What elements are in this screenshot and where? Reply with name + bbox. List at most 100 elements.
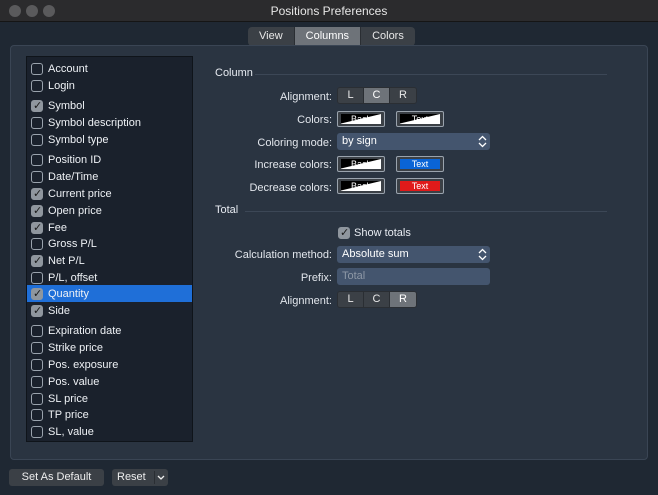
column-list-item[interactable]: SL price xyxy=(27,390,192,407)
tab-view[interactable]: View xyxy=(248,27,295,46)
select-arrows-icon xyxy=(478,248,487,261)
column-item-label: SL, value xyxy=(48,425,94,438)
column-item-label: Quantity xyxy=(48,287,89,300)
column-list-item[interactable]: Current price xyxy=(27,185,192,202)
column-checkbox[interactable] xyxy=(31,221,43,234)
column-item-label: Fee xyxy=(48,221,67,234)
column-list-item[interactable]: SL, value xyxy=(27,423,192,440)
column-item-label: Current price xyxy=(48,187,112,200)
prefix-input[interactable]: Total xyxy=(337,268,490,285)
column-checkbox[interactable] xyxy=(31,133,43,146)
show-totals-checkbox[interactable] xyxy=(338,226,350,239)
decrease-back-swatch[interactable]: Back xyxy=(337,178,385,194)
column-item-label: Pos. exposure xyxy=(48,358,119,371)
column-checkbox[interactable] xyxy=(31,324,43,337)
column-checkbox[interactable] xyxy=(31,99,43,112)
decrease-colors-label: Decrease colors: xyxy=(249,182,332,194)
align-left-button[interactable]: L xyxy=(338,88,364,103)
column-item-label: Net P/L xyxy=(48,254,85,267)
column-checkbox[interactable] xyxy=(31,116,43,129)
column-list-item[interactable]: Login xyxy=(27,77,192,94)
column-checkbox[interactable] xyxy=(31,79,43,92)
total-alignment-control: L C R xyxy=(337,291,417,308)
set-as-default-button[interactable]: Set As Default xyxy=(9,469,104,486)
column-checkbox[interactable] xyxy=(31,271,43,284)
column-list-item[interactable]: Fee xyxy=(27,219,192,236)
increase-back-swatch[interactable]: Back xyxy=(337,156,385,172)
column-checkbox[interactable] xyxy=(31,358,43,371)
calculation-method-select[interactable]: Absolute sum xyxy=(337,246,490,263)
colors-text-swatch[interactable]: Text xyxy=(396,111,444,127)
column-list-item[interactable]: Position ID xyxy=(27,151,192,168)
column-item-label: Symbol xyxy=(48,99,85,112)
column-list-item[interactable]: Net P/L xyxy=(27,252,192,269)
column-checkbox[interactable] xyxy=(31,204,43,217)
column-list-item[interactable]: Symbol xyxy=(27,97,192,114)
column-checkbox[interactable] xyxy=(31,375,43,388)
coloring-mode-select[interactable]: by sign xyxy=(337,133,490,150)
calculation-method-value: Absolute sum xyxy=(342,248,409,260)
increase-text-label: Text xyxy=(411,159,429,169)
column-list-item[interactable]: Quantity xyxy=(27,285,192,302)
text-swatch-label: Text xyxy=(411,114,429,124)
column-checkbox[interactable] xyxy=(31,62,43,75)
columns-list[interactable]: Account Login Symbol Symbol description Symb… xyxy=(26,56,193,442)
total-align-center-button[interactable]: C xyxy=(364,292,390,307)
column-item-label: Strike price xyxy=(48,341,104,354)
chevron-down-icon[interactable] xyxy=(157,474,165,481)
column-checkbox[interactable] xyxy=(31,254,43,267)
column-checkbox[interactable] xyxy=(31,304,43,317)
column-list-item[interactable]: Strike price xyxy=(27,339,192,356)
column-item-label: Symbol description xyxy=(48,116,141,129)
column-checkbox[interactable] xyxy=(31,425,43,438)
column-alignment-control: L C R xyxy=(337,87,417,104)
show-totals-row[interactable]: Show totals xyxy=(338,226,411,239)
decrease-text-label: Text xyxy=(411,181,429,191)
total-section-divider xyxy=(245,211,607,212)
colors-back-swatch[interactable]: Back xyxy=(337,111,385,127)
column-list-item[interactable]: S... xyxy=(27,440,192,441)
column-checkbox[interactable] xyxy=(31,341,43,354)
align-right-button[interactable]: R xyxy=(390,88,416,103)
column-list-item[interactable]: TP price xyxy=(27,406,192,423)
calculation-method-label: Calculation method: xyxy=(234,249,332,261)
total-align-right-button[interactable]: R xyxy=(390,292,416,307)
column-section-heading: Column xyxy=(215,67,253,79)
column-item-label: Gross P/L xyxy=(48,237,97,250)
column-list-item[interactable]: Open price xyxy=(27,202,192,219)
column-list-item[interactable]: P/L, offset xyxy=(27,269,192,286)
column-list-item[interactable]: Expiration date xyxy=(27,322,192,339)
column-checkbox[interactable] xyxy=(31,408,43,421)
column-item-label: Pos. value xyxy=(48,375,100,388)
reset-button[interactable]: Reset xyxy=(112,469,168,486)
decrease-text-swatch[interactable]: Text xyxy=(396,178,444,194)
column-checkbox[interactable] xyxy=(31,287,43,300)
back-swatch-label: Back xyxy=(350,114,371,124)
reset-label: Reset xyxy=(117,471,146,483)
column-list-item[interactable]: Gross P/L xyxy=(27,235,192,252)
column-checkbox[interactable] xyxy=(31,187,43,200)
column-item-label: Login xyxy=(48,79,75,92)
column-list-item[interactable]: Pos. value xyxy=(27,373,192,390)
increase-text-swatch[interactable]: Text xyxy=(396,156,444,172)
total-alignment-label: Alignment: xyxy=(280,295,332,307)
prefix-placeholder: Total xyxy=(342,270,366,282)
tab-bar: View Columns Colors xyxy=(248,27,415,46)
column-checkbox[interactable] xyxy=(31,392,43,405)
column-checkbox[interactable] xyxy=(31,237,43,250)
column-list-item[interactable]: Account xyxy=(27,60,192,77)
select-arrows-icon xyxy=(478,135,487,148)
tab-colors[interactable]: Colors xyxy=(361,27,415,46)
total-align-left-button[interactable]: L xyxy=(338,292,364,307)
column-list-item[interactable]: Side xyxy=(27,302,192,319)
tab-columns[interactable]: Columns xyxy=(294,27,362,46)
column-list-item[interactable]: Date/Time xyxy=(27,168,192,185)
decrease-back-label: Back xyxy=(350,181,371,191)
column-list-item[interactable]: Symbol description xyxy=(27,114,192,131)
column-list-item[interactable]: Pos. exposure xyxy=(27,356,192,373)
column-item-label: SL price xyxy=(48,392,88,405)
align-center-button[interactable]: C xyxy=(364,88,390,103)
column-checkbox[interactable] xyxy=(31,153,43,166)
column-checkbox[interactable] xyxy=(31,170,43,183)
column-list-item[interactable]: Symbol type xyxy=(27,131,192,148)
